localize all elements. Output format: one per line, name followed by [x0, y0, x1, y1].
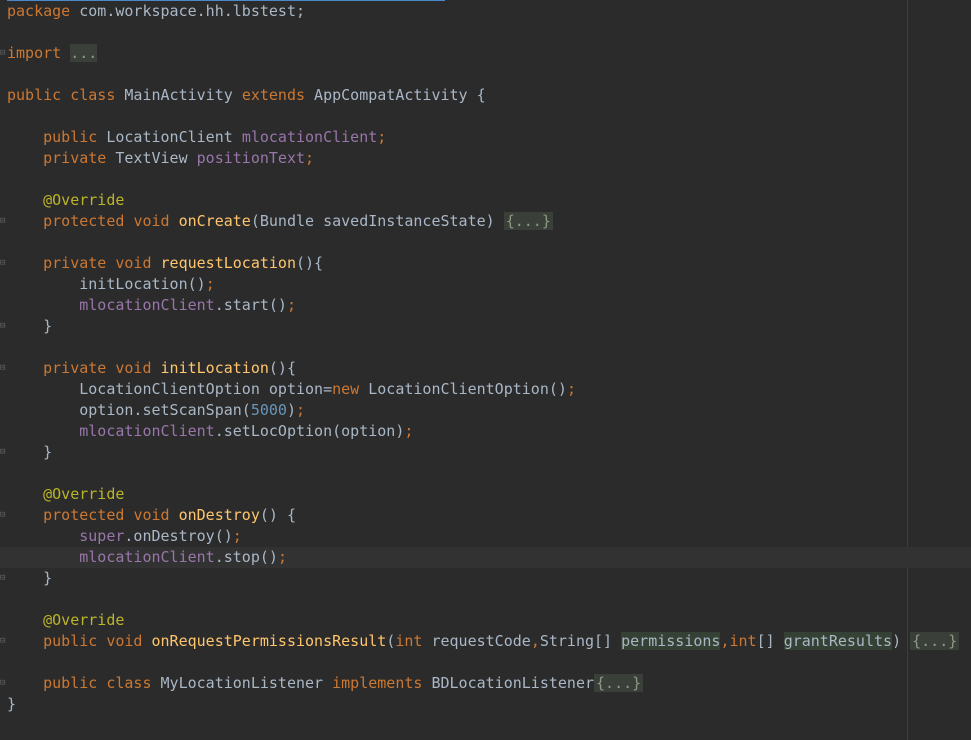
field-ref: mlocationClient	[79, 548, 215, 566]
method-name: initLocation	[160, 359, 269, 377]
keyword-private: private	[43, 359, 107, 377]
keyword-void: void	[115, 254, 152, 272]
class-name: MyLocationListener	[151, 674, 333, 692]
annotation-override: @Override	[43, 611, 125, 629]
code-line-annotation[interactable]: @Override	[0, 610, 971, 631]
keyword-class: class	[106, 674, 152, 692]
code-line-oncreate[interactable]: ⊟ protected void onCreate(Bundle savedIn…	[0, 211, 971, 232]
fold-end-icon[interactable]: ⊟	[0, 573, 7, 583]
method-name: onDestroy	[178, 506, 260, 524]
code-line-stop-call-current[interactable]: mlocationClient.stop();	[0, 547, 971, 568]
code-line-class-decl[interactable]: public class MainActivity extends AppCom…	[0, 85, 971, 106]
fold-end-icon[interactable]: ⊟	[0, 321, 7, 331]
method-name: onCreate	[178, 212, 251, 230]
code-line-import[interactable]: ⊟ import ...	[0, 43, 971, 64]
code-line-field-textview[interactable]: private TextView positionText;	[0, 148, 971, 169]
keyword-class: class	[70, 86, 116, 104]
keyword-protected: protected	[43, 506, 125, 524]
type-name: TextView	[106, 149, 197, 167]
code-line-initlocation-decl[interactable]: ⊟ private void initLocation(){	[0, 358, 971, 379]
keyword-void: void	[115, 359, 152, 377]
number-literal: 5000	[250, 401, 287, 419]
folded-method-body[interactable]: {...}	[503, 212, 553, 230]
field-ref: mlocationClient	[79, 422, 215, 440]
keyword-public: public	[43, 632, 98, 650]
keyword-int: int	[729, 632, 757, 650]
keyword-private: private	[43, 254, 107, 272]
folded-class-body[interactable]: {...}	[594, 674, 644, 692]
keyword-protected: protected	[43, 212, 125, 230]
code-line-close-brace[interactable]: ⊟ }	[0, 316, 971, 337]
param-permissions: permissions	[621, 632, 721, 650]
code-line-annotation[interactable]: @Override	[0, 190, 971, 211]
keyword-public: public	[43, 128, 98, 146]
type-name: LocationClient	[97, 128, 242, 146]
keyword-void: void	[106, 632, 143, 650]
field-ref: mlocationClient	[79, 296, 215, 314]
annotation-override: @Override	[43, 191, 125, 209]
method-params: (Bundle savedInstanceState)	[250, 212, 504, 230]
keyword-super: super	[79, 527, 125, 545]
code-line-field-locationclient[interactable]: public LocationClient mlocationClient;	[0, 127, 971, 148]
method-name: requestLocation	[160, 254, 296, 272]
keyword-public: public	[7, 86, 62, 104]
code-editor[interactable]: package com.workspace.hh.lbstest; ⊟ impo…	[0, 0, 971, 740]
fold-closed-icon[interactable]: ⊟	[0, 216, 7, 226]
keyword-new: new	[332, 380, 360, 398]
field-name: mlocationClient	[241, 128, 378, 146]
code-line-class-close[interactable]: }	[0, 694, 971, 715]
code-line-start-call[interactable]: mlocationClient.start();	[0, 295, 971, 316]
keyword-package: package	[7, 2, 71, 20]
code-line-setscanspan[interactable]: option.setScanSpan(5000);	[0, 400, 971, 421]
method-call: initLocation()	[79, 275, 206, 293]
code-line-close-brace[interactable]: ⊟ }	[0, 442, 971, 463]
code-line-requestlocation[interactable]: ⊟ private void requestLocation(){	[0, 253, 971, 274]
superclass-name: AppCompatActivity {	[305, 86, 486, 104]
folded-method-body[interactable]: {...}	[910, 632, 960, 650]
code-line-initlocation-call[interactable]: initLocation();	[0, 274, 971, 295]
interface-name: BDLocationListener	[422, 674, 595, 692]
class-name: MainActivity	[115, 86, 242, 104]
fold-open-icon[interactable]: ⊟	[0, 510, 7, 520]
keyword-int: int	[395, 632, 423, 650]
fold-closed-icon[interactable]: ⊟	[0, 678, 7, 688]
code-line-setlocoption[interactable]: mlocationClient.setLocOption(option);	[0, 421, 971, 442]
fold-closed-icon[interactable]: ⊟	[0, 636, 7, 646]
field-name: positionText	[196, 149, 306, 167]
keyword-void: void	[133, 212, 170, 230]
code-line-super-ondestroy[interactable]: super.onDestroy();	[0, 526, 971, 547]
fold-open-icon[interactable]: ⊟	[0, 258, 7, 268]
fold-closed-icon[interactable]: ⊟	[0, 48, 7, 58]
fold-open-icon[interactable]: ⊟	[0, 363, 7, 373]
code-line-annotation[interactable]: @Override	[0, 484, 971, 505]
code-line-close-brace[interactable]: ⊟ }	[0, 568, 971, 589]
keyword-public: public	[43, 674, 98, 692]
fold-end-icon[interactable]: ⊟	[0, 447, 7, 457]
keyword-private: private	[43, 149, 107, 167]
code-line-onrequestpermissionsresult[interactable]: ⊟ public void onRequestPermissionsResult…	[0, 631, 971, 652]
package-name: com.workspace.hh.lbstest;	[70, 2, 306, 20]
keyword-import: import	[7, 44, 62, 62]
code-line-new-option[interactable]: LocationClientOption option=new Location…	[0, 379, 971, 400]
param-grantresults: grantResults	[783, 632, 893, 650]
code-line-package[interactable]: package com.workspace.hh.lbstest;	[0, 1, 971, 22]
code-line-inner-class[interactable]: ⊟ public class MyLocationListener implem…	[0, 673, 971, 694]
keyword-void: void	[133, 506, 170, 524]
annotation-override: @Override	[43, 485, 125, 503]
method-name: onRequestPermissionsResult	[151, 632, 387, 650]
folded-imports[interactable]: ...	[70, 44, 98, 62]
keyword-implements: implements	[332, 674, 423, 692]
code-line-ondestroy[interactable]: ⊟ protected void onDestroy() {	[0, 505, 971, 526]
keyword-extends: extends	[241, 86, 306, 104]
method-call: .start()	[214, 296, 287, 314]
